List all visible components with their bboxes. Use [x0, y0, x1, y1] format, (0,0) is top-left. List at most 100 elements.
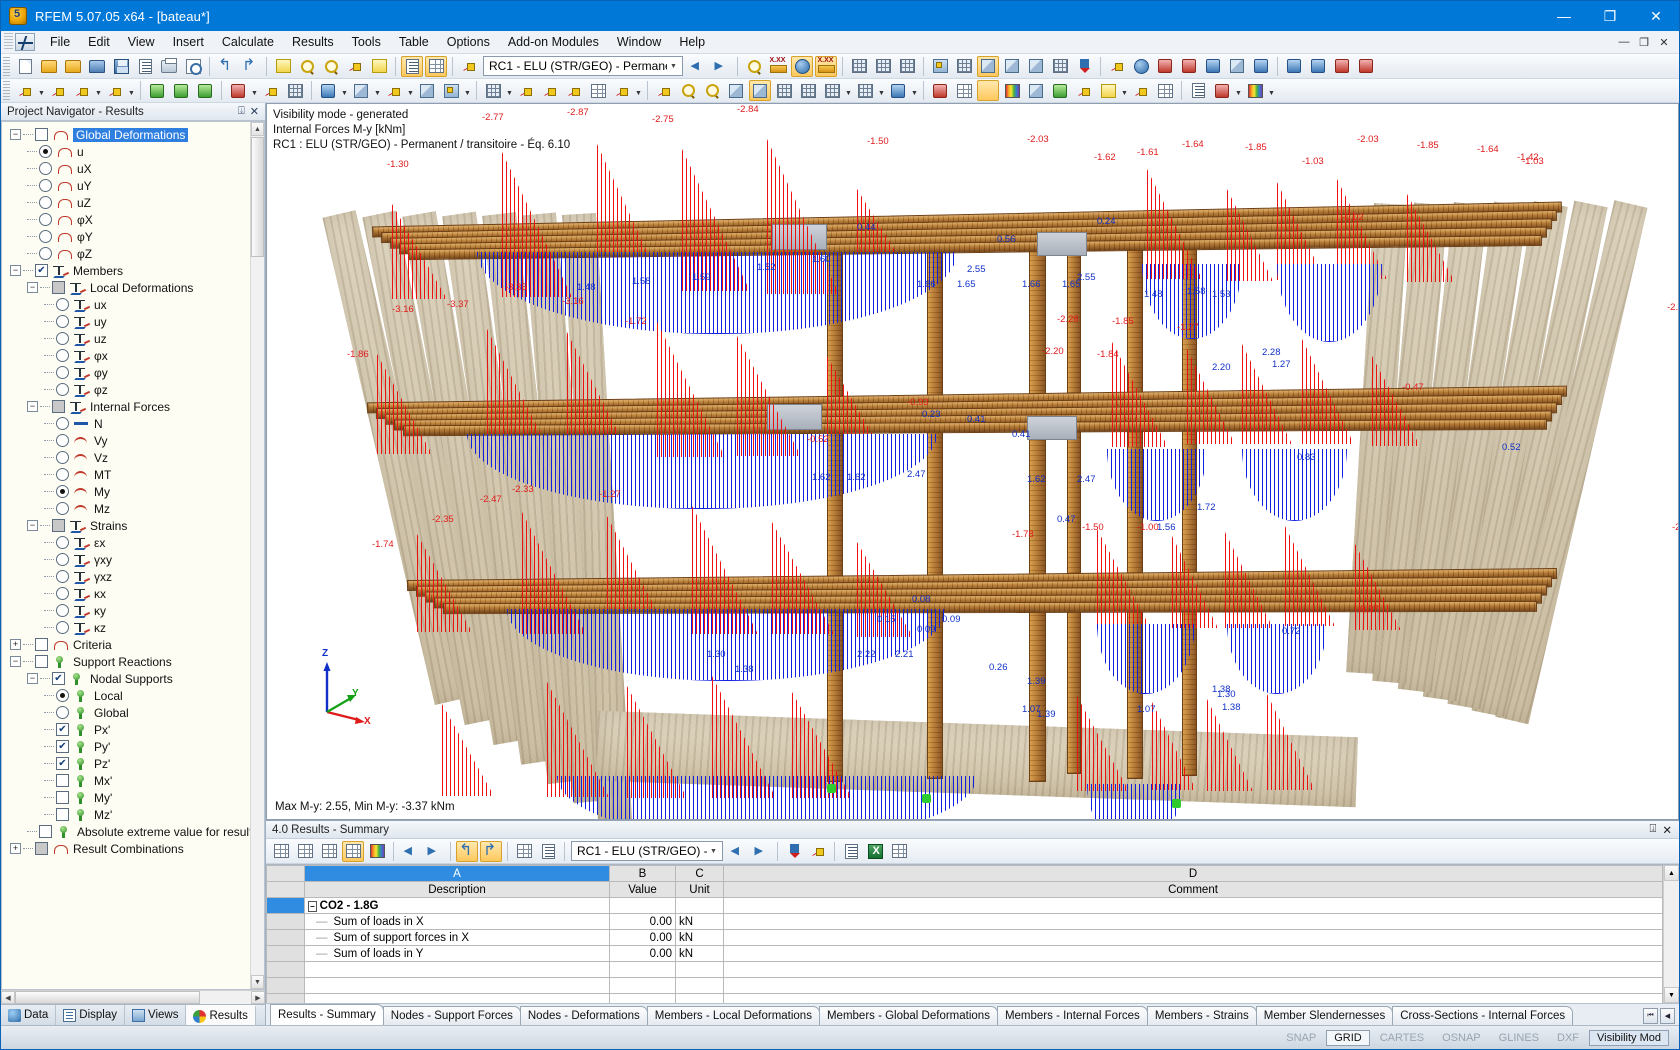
tree-item-ux[interactable]: uX [2, 160, 264, 177]
table-chevron-down-icon[interactable]: ▼ [707, 848, 720, 855]
view-x-axis-button[interactable] [773, 80, 795, 101]
data-tab-members-local-deformations[interactable]: Members - Local Deformations [646, 1006, 820, 1025]
zoom-window-button[interactable] [296, 56, 318, 77]
table-row-empty[interactable] [266, 993, 1663, 1003]
hscroll-thumb[interactable] [15, 991, 200, 1004]
report-button[interactable] [1187, 80, 1209, 101]
table-next-column-button[interactable] [423, 841, 445, 862]
table-filter-button[interactable] [270, 841, 292, 862]
menu-item-view[interactable]: View [119, 33, 164, 51]
pan-button[interactable] [887, 80, 909, 101]
tree-item-z[interactable]: φz [2, 381, 264, 398]
tree-radio[interactable] [56, 587, 69, 600]
tree-item-mx[interactable]: Mx' [2, 772, 264, 789]
table-insert-row-button[interactable] [294, 841, 316, 862]
navigator-tree-container[interactable]: − Global Deformations u uX uY uZ φX φY φZ − Member… [1, 121, 265, 990]
cell-comment[interactable] [723, 945, 1663, 962]
tree-item-uy[interactable]: uY [2, 177, 264, 194]
tree-checkbox[interactable] [56, 723, 69, 736]
table-row-empty[interactable] [266, 961, 1663, 978]
hscroll-track[interactable] [15, 991, 251, 1004]
cell-description[interactable]: — Sum of loads in Y [304, 945, 610, 962]
tree-radio[interactable] [56, 366, 69, 379]
tree-checkbox[interactable] [39, 825, 52, 838]
import-excel-button[interactable] [1307, 56, 1329, 77]
table-undo-button[interactable] [456, 840, 478, 862]
tree-item-vy[interactable]: Vy [2, 432, 264, 449]
cell-unit[interactable]: kN [675, 945, 724, 962]
tree-radio[interactable] [56, 536, 69, 549]
data-tab-members-internal-forces[interactable]: Members - Internal Forces [996, 1006, 1148, 1025]
row-expander-icon[interactable]: − [308, 900, 317, 912]
tab-prev-icon[interactable]: ◀ [1660, 1008, 1675, 1024]
cell-unit[interactable]: kN [675, 913, 724, 930]
tree-checkbox[interactable] [52, 519, 65, 532]
printout-report-button[interactable] [134, 56, 156, 77]
table-scroll-up-icon[interactable]: ▲ [1664, 865, 1679, 881]
tree-item-xy[interactable]: γxy [2, 551, 264, 568]
zoom-in-button[interactable] [677, 80, 699, 101]
color-scale-button[interactable] [1001, 80, 1023, 101]
printout-dropdown[interactable]: ▼ [1234, 80, 1243, 101]
tree-item-n[interactable]: N [2, 415, 264, 432]
table-redo-button[interactable] [480, 840, 502, 862]
table-previous-case-button[interactable] [726, 841, 748, 862]
table-report-button[interactable] [840, 841, 862, 862]
internal-forces-button[interactable] [977, 80, 999, 101]
menu-item-edit[interactable]: Edit [79, 33, 119, 51]
printout-report-toggle[interactable] [401, 55, 423, 77]
camera-button[interactable] [1226, 56, 1248, 77]
mirror-button[interactable] [1154, 56, 1176, 77]
tree-radio[interactable] [56, 553, 69, 566]
tree-item-mz[interactable]: Mz' [2, 806, 264, 823]
menu-item-help[interactable]: Help [670, 33, 714, 51]
data-tab-members-strains[interactable]: Members - Strains [1146, 1006, 1257, 1025]
import-dxf-button[interactable] [1331, 56, 1353, 77]
tree-item-x[interactable]: φX [2, 211, 264, 228]
result-mesh-button[interactable] [1154, 80, 1176, 101]
tree-expander-icon[interactable]: − [10, 656, 21, 667]
status-toggle-cartes[interactable]: CARTES [1372, 1030, 1432, 1046]
surface-results-button[interactable] [896, 56, 918, 77]
surface-support-button[interactable] [194, 80, 216, 101]
tree-radio[interactable] [56, 570, 69, 583]
combination-button[interactable] [563, 80, 585, 101]
cross-section-button[interactable] [317, 80, 339, 101]
print-preview-button[interactable] [182, 56, 204, 77]
tree-item-absolute-extreme-value-for-result-c[interactable]: Absolute extreme value for result c [2, 823, 264, 840]
tree-item-uz[interactable]: uz [2, 330, 264, 347]
menu-item-tools[interactable]: Tools [343, 33, 390, 51]
generate-mesh-button[interactable] [482, 80, 504, 101]
cell-description[interactable] [304, 961, 610, 978]
load-case-combo[interactable]: RC1 - ELU (STR/GEO) - Permanent / trar ▼ [483, 56, 683, 76]
row-header-cell[interactable] [266, 993, 305, 1003]
table-load-case-combo[interactable]: RC1 - ELU (STR/GEO) - ▼ [571, 841, 723, 861]
menu-item-file[interactable]: File [41, 33, 79, 51]
grid-button[interactable] [1049, 56, 1071, 77]
row-header-cell[interactable] [266, 913, 305, 930]
tree-item-uy[interactable]: uy [2, 313, 264, 330]
tree-item-result-combinations[interactable]: + Result Combinations [2, 840, 264, 857]
cell-description[interactable]: − CO2 - 1.8G [304, 897, 610, 914]
table-row[interactable]: — Sum of support forces in X 0.00 kN [266, 929, 1663, 946]
opening-button[interactable] [440, 80, 462, 101]
table-grid-button[interactable] [513, 841, 535, 862]
tree-item-my[interactable]: My [2, 483, 264, 500]
cross-section-dropdown[interactable]: ▼ [340, 80, 349, 101]
new-file-button[interactable] [14, 56, 36, 77]
zoom-previous-button[interactable] [344, 56, 366, 77]
table-row[interactable]: − CO2 - 1.8G [266, 897, 1663, 914]
scroll-left-icon[interactable]: ◀ [1, 991, 15, 1004]
insert-member-button[interactable] [104, 80, 126, 101]
result-diagram-toggle[interactable] [815, 55, 837, 77]
tree-item-nodal-supports[interactable]: − Nodal Supports [2, 670, 264, 687]
view-z-axis-button[interactable] [821, 80, 843, 101]
tab-first-icon[interactable]: ⏮ [1643, 1008, 1658, 1024]
generate-mesh-dropdown[interactable]: ▼ [505, 80, 514, 101]
tree-radio[interactable] [39, 247, 52, 260]
tree-item-strains[interactable]: − Strains [2, 517, 264, 534]
table-row-empty[interactable] [266, 977, 1663, 994]
mdi-close-button[interactable]: ✕ [1655, 34, 1673, 51]
table-close-icon[interactable]: ✕ [1662, 823, 1672, 837]
view-in-x-button[interactable] [749, 80, 771, 101]
